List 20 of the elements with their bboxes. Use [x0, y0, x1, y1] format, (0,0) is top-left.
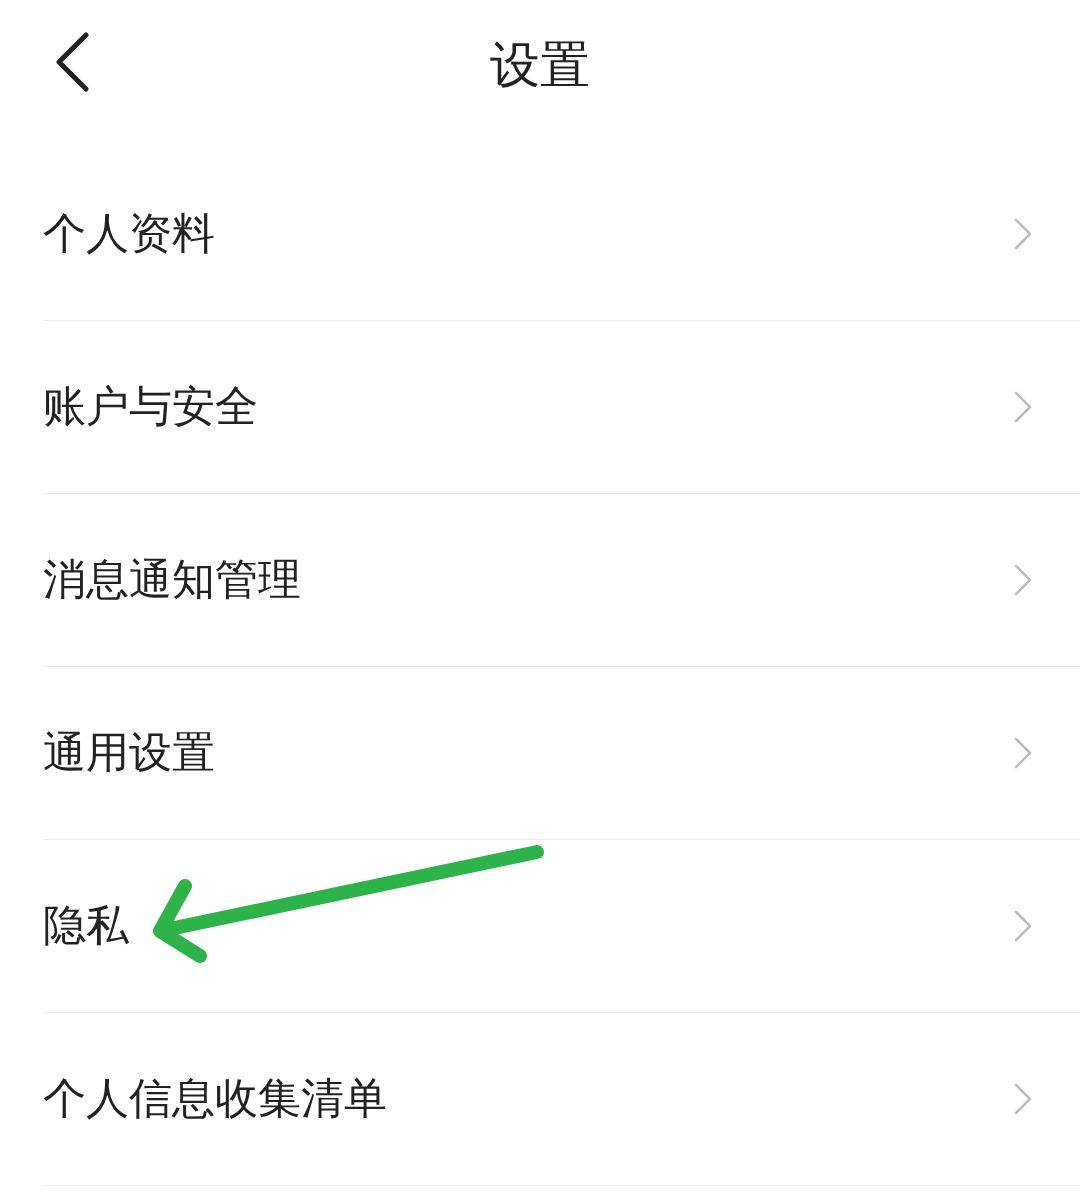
settings-row[interactable]: 消息通知管理 [43, 494, 1080, 667]
chevron-icon [1014, 1083, 1032, 1115]
settings-row[interactable]: 账户与安全 [43, 321, 1080, 494]
row-label: 账户与安全 [43, 381, 258, 433]
settings-row[interactable]: 隐私 [43, 840, 1080, 1013]
chevron-icon [1014, 391, 1032, 423]
chevron-icon [1014, 737, 1032, 769]
row-label: 隐私 [43, 900, 129, 952]
row-label: 个人资料 [43, 208, 215, 260]
settings-row[interactable]: 通用设置 [43, 667, 1080, 840]
row-label: 通用设置 [43, 727, 215, 779]
chevron-icon [1014, 910, 1032, 942]
chevron-icon [1014, 218, 1032, 250]
settings-row[interactable]: 个人资料 [43, 148, 1080, 321]
row-label: 消息通知管理 [43, 554, 301, 606]
back-icon[interactable] [54, 32, 90, 92]
settings-row[interactable]: 个人信息收集清单 [43, 1013, 1080, 1186]
row-label: 个人信息收集清单 [43, 1073, 387, 1125]
chevron-icon [1014, 564, 1032, 596]
page-title: 设置 [490, 40, 590, 96]
